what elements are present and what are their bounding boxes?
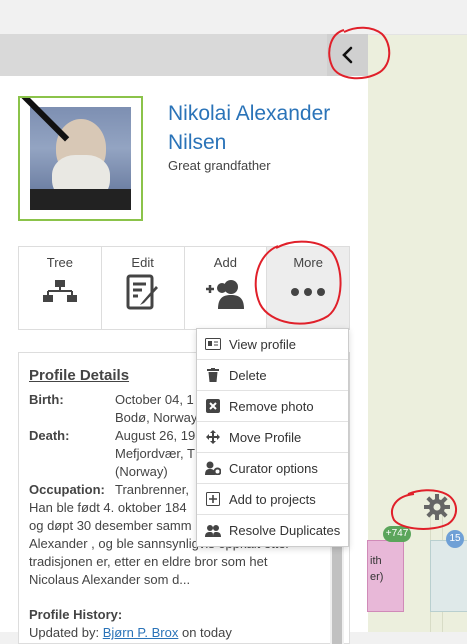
move-icon (205, 429, 221, 445)
profile-history: Updated by: Bjørn P. Brox on today (29, 625, 232, 640)
profile-photo[interactable] (18, 96, 143, 221)
occupation-label: Occupation: (29, 482, 105, 497)
birth-place: Bodø, Norway (115, 410, 198, 425)
top-bar (0, 0, 467, 35)
relatives-count-badge[interactable]: +747 (383, 526, 411, 542)
tree-node-card[interactable]: ith er) (367, 540, 404, 612)
menu-item-add-to-projects[interactable]: Add to projects (197, 484, 348, 515)
add-button-label: Add (213, 255, 237, 270)
id-card-icon (205, 336, 221, 352)
add-button[interactable]: Add (184, 247, 268, 329)
more-dropdown-menu: View profile Delete Remove photo Move Pr… (196, 328, 349, 547)
chevron-left-icon (341, 46, 352, 64)
menu-item-label: Move Profile (229, 429, 302, 445)
occupation-row: Occupation: Tranbrenner, (29, 481, 189, 499)
menu-item-curator-options[interactable]: Curator options (197, 453, 348, 484)
birth-row: Birth: October 04, 1 Bodø, Norway (29, 391, 197, 427)
collapse-panel-button[interactable] (327, 34, 368, 76)
death-date: August 26, 19 (115, 428, 196, 443)
tree-button[interactable]: Tree (19, 247, 102, 329)
tree-node-card[interactable] (430, 540, 467, 612)
bio-line: Nicolaus Alexander som d... (29, 572, 191, 587)
gear-icon[interactable] (424, 494, 450, 520)
relationship-label: Great grandfather (168, 158, 271, 173)
menu-item-label: Resolve Duplicates (229, 523, 341, 538)
more-button-label: More (293, 255, 323, 270)
menu-item-label: Curator options (229, 460, 318, 476)
menu-item-label: Delete (229, 367, 267, 383)
remove-photo-icon (205, 398, 221, 414)
duplicates-icon (205, 523, 221, 539)
menu-item-delete[interactable]: Delete (197, 360, 348, 391)
menu-item-move-profile[interactable]: Move Profile (197, 422, 348, 453)
tree-button-label: Tree (46, 255, 73, 270)
relatives-count-badge[interactable]: 15 (446, 530, 464, 548)
death-place: Mefjordvær, T (115, 446, 195, 461)
more-icon (291, 288, 326, 296)
menu-item-view-profile[interactable]: View profile (197, 329, 348, 360)
profile-history-title: Profile History: (29, 607, 123, 622)
profile-name[interactable]: Nikolai Alexander Nilsen (168, 99, 358, 157)
curator-icon (205, 460, 221, 476)
tree-icon (42, 280, 77, 302)
panel-header-bar (0, 34, 368, 76)
edit-button[interactable]: Edit (101, 247, 185, 329)
edit-button-label: Edit (131, 255, 154, 270)
node-text: er) (370, 571, 384, 583)
menu-item-resolve-duplicates[interactable]: Resolve Duplicates (197, 515, 348, 546)
death-label: Death: (29, 428, 70, 443)
menu-item-label: Add to projects (229, 491, 316, 507)
trash-icon (205, 367, 221, 383)
profile-details-title[interactable]: Profile Details (29, 367, 129, 384)
add-person-icon (206, 280, 245, 309)
more-button[interactable]: More (267, 247, 349, 329)
bio-line: tradisjonen er, etter en eldre bror som … (29, 554, 268, 569)
occupation-value: Tranbrenner, (115, 482, 189, 497)
birth-label: Birth: (29, 392, 64, 407)
edit-icon (126, 274, 158, 310)
plus-square-icon (205, 491, 221, 507)
history-user-link[interactable]: Bjørn P. Brox (103, 625, 179, 640)
profile-actions: Tree Edit Add More (18, 246, 350, 330)
menu-item-remove-photo[interactable]: Remove photo (197, 391, 348, 422)
birth-date: October 04, 1 (115, 392, 194, 407)
menu-item-label: View profile (229, 336, 296, 352)
node-text: ith (370, 555, 382, 567)
menu-item-label: Remove photo (229, 398, 314, 414)
death-country: (Norway) (115, 464, 168, 479)
history-suffix: on today (181, 625, 232, 640)
history-prefix: Updated by: (29, 625, 100, 640)
death-row: Death: August 26, 19 Mefjordvær, T (Norway) (29, 427, 195, 481)
